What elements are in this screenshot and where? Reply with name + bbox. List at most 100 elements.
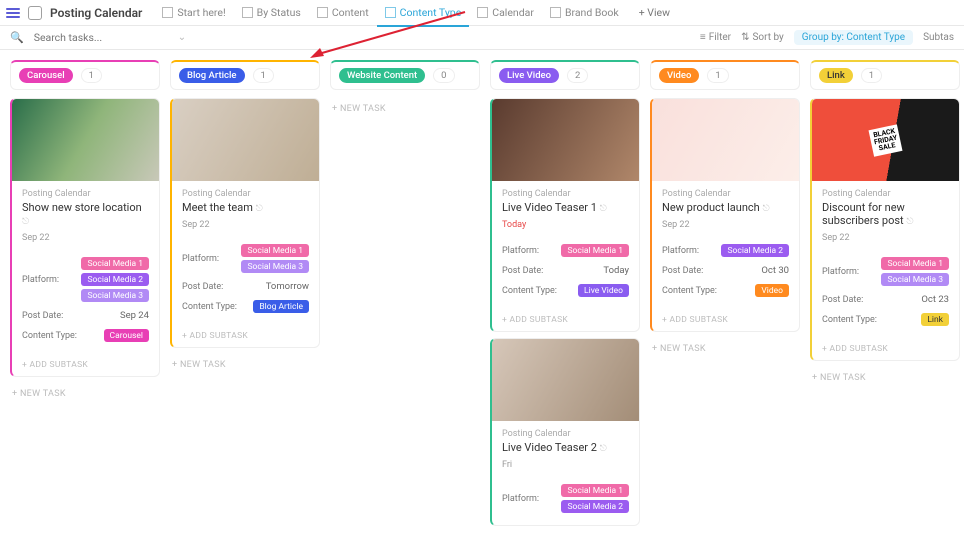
add-subtask[interactable]: + ADD SUBTASK xyxy=(172,325,319,347)
platform-tag: Social Media 1 xyxy=(881,257,949,270)
due-date: Sep 22 xyxy=(182,220,309,230)
card-image xyxy=(652,99,799,181)
link-icon: ⎋ xyxy=(256,204,263,214)
card-title: Meet the team ⎋ xyxy=(182,201,309,214)
tab-content-type[interactable]: Content Type xyxy=(377,2,470,23)
tab-by-status[interactable]: By Status xyxy=(234,2,309,23)
card-body: Posting Calendar Live Video Teaser 2 ⎋ F… xyxy=(492,421,639,525)
search-icon: 🔍 xyxy=(10,31,24,44)
sort-button[interactable]: ⇅ Sort by xyxy=(741,32,784,43)
card-title: Show new store location ⎋ xyxy=(22,201,149,227)
new-task[interactable]: + NEW TASK xyxy=(10,383,160,405)
card-body: Posting Calendar Live Video Teaser 1 ⎋ T… xyxy=(492,181,639,309)
card-body: Posting Calendar Show new store location… xyxy=(12,181,159,354)
tab-icon xyxy=(162,7,173,18)
platform-tag: Social Media 3 xyxy=(881,273,949,286)
tabs-container: Start here!By StatusContentContent TypeC… xyxy=(154,2,626,23)
column-carousel: Carousel 1 Posting Calendar Show new sto… xyxy=(10,60,160,532)
add-subtask[interactable]: + ADD SUBTASK xyxy=(492,309,639,331)
due-date: Sep 22 xyxy=(822,233,949,243)
column-header: Video 1 xyxy=(650,60,800,90)
column-header: Blog Article 1 xyxy=(170,60,320,90)
link-icon: ⎋ xyxy=(762,204,769,214)
task-card[interactable]: Posting Calendar New product launch ⎋ Se… xyxy=(650,98,800,332)
task-card[interactable]: Posting Calendar Live Video Teaser 1 ⎋ T… xyxy=(490,98,640,332)
new-task[interactable]: + NEW TASK xyxy=(810,367,960,389)
new-task[interactable]: + NEW TASK xyxy=(330,98,480,120)
category-pill[interactable]: Blog Article xyxy=(179,68,245,83)
content-type-row: Content Type:Link xyxy=(822,309,949,330)
tab-icon xyxy=(242,7,253,18)
column-header: Website Content 0 xyxy=(330,60,480,90)
group-by-pill[interactable]: Group by: Content Type xyxy=(794,30,913,45)
card-body: Posting Calendar Meet the team ⎋ Sep 22 … xyxy=(172,181,319,325)
platform-tag: Social Media 3 xyxy=(241,260,309,273)
due-date: Sep 22 xyxy=(662,220,789,230)
content-type-row: Content Type:Video xyxy=(662,280,789,301)
tab-icon xyxy=(477,7,488,18)
tab-brand-book[interactable]: Brand Book xyxy=(542,2,627,23)
link-icon: ⎋ xyxy=(906,217,913,227)
add-view[interactable]: + View xyxy=(631,2,678,23)
category-pill[interactable]: Link xyxy=(819,68,853,83)
tab-icon xyxy=(550,7,561,18)
subtasks-button[interactable]: Subtas xyxy=(923,32,954,43)
column-header: Carousel 1 xyxy=(10,60,160,90)
card-body: Posting Calendar Discount for new subscr… xyxy=(812,181,959,338)
category-pill[interactable]: Carousel xyxy=(19,68,73,83)
task-card[interactable]: Posting Calendar Meet the team ⎋ Sep 22 … xyxy=(170,98,320,348)
task-card[interactable]: BLACKFRIDAYSALE Posting Calendar Discoun… xyxy=(810,98,960,361)
search-input[interactable] xyxy=(34,31,168,44)
card-image xyxy=(12,99,159,181)
chevron-down-icon[interactable]: ⌄ xyxy=(178,32,186,43)
platform-row: Platform: Social Media 1Social Media 2 xyxy=(502,480,629,517)
add-subtask[interactable]: + ADD SUBTASK xyxy=(812,338,959,360)
filter-button[interactable]: ≡ Filter xyxy=(700,32,731,43)
post-date-row: Post Date:Oct 23 xyxy=(822,290,949,309)
column-live-video: Live Video 2 Posting Calendar Live Video… xyxy=(490,60,640,532)
menu-icon[interactable] xyxy=(6,8,20,18)
platform-tag: Social Media 2 xyxy=(81,273,149,286)
count-pill: 1 xyxy=(253,68,274,83)
category-pill[interactable]: Video xyxy=(659,68,699,83)
new-task[interactable]: + NEW TASK xyxy=(170,354,320,376)
link-icon: ⎋ xyxy=(22,217,29,227)
card-image: BLACKFRIDAYSALE xyxy=(812,99,959,181)
count-pill: 2 xyxy=(567,68,588,83)
due-date: Sep 22 xyxy=(22,233,149,243)
platform-row: Platform: Social Media 1Social Media 3 xyxy=(182,240,309,277)
project-label: Posting Calendar xyxy=(22,189,149,199)
count-pill: 1 xyxy=(707,68,728,83)
column-link: Link 1 BLACKFRIDAYSALE Posting Calendar … xyxy=(810,60,960,532)
platform-row: Platform: Social Media 1Social Media 2So… xyxy=(22,253,149,306)
column-header: Link 1 xyxy=(810,60,960,90)
column-header: Live Video 2 xyxy=(490,60,640,90)
due-date: Today xyxy=(502,220,629,230)
top-bar: Posting Calendar Start here!By StatusCon… xyxy=(0,0,964,26)
project-label: Posting Calendar xyxy=(822,189,949,199)
new-task[interactable]: + NEW TASK xyxy=(650,338,800,360)
tab-content[interactable]: Content xyxy=(309,2,377,23)
post-date-row: Post Date:Oct 30 xyxy=(662,261,789,280)
gear-icon[interactable] xyxy=(28,6,42,20)
category-pill[interactable]: Live Video xyxy=(499,68,559,83)
column-video: Video 1 Posting Calendar New product lau… xyxy=(650,60,800,532)
add-subtask[interactable]: + ADD SUBTASK xyxy=(12,354,159,376)
project-label: Posting Calendar xyxy=(182,189,309,199)
tab-calendar[interactable]: Calendar xyxy=(469,2,542,23)
add-subtask[interactable]: + ADD SUBTASK xyxy=(652,309,799,331)
platform-tag: Social Media 1 xyxy=(561,484,629,497)
platform-tag: Social Media 1 xyxy=(241,244,309,257)
tab-start-here-[interactable]: Start here! xyxy=(154,2,233,23)
content-type-row: Content Type:Blog Article xyxy=(182,296,309,317)
post-date-row: Post Date:Tomorrow xyxy=(182,277,309,296)
platform-row: Platform: Social Media 1 xyxy=(502,240,629,261)
platform-tag: Social Media 1 xyxy=(81,257,149,270)
category-pill[interactable]: Website Content xyxy=(339,68,425,83)
project-label: Posting Calendar xyxy=(662,189,789,199)
task-card[interactable]: Posting Calendar Show new store location… xyxy=(10,98,160,377)
column-website-content: Website Content 0 + NEW TASK xyxy=(330,60,480,532)
task-card[interactable]: Posting Calendar Live Video Teaser 2 ⎋ F… xyxy=(490,338,640,526)
count-pill: 1 xyxy=(861,68,882,83)
card-title: New product launch ⎋ xyxy=(662,201,789,214)
